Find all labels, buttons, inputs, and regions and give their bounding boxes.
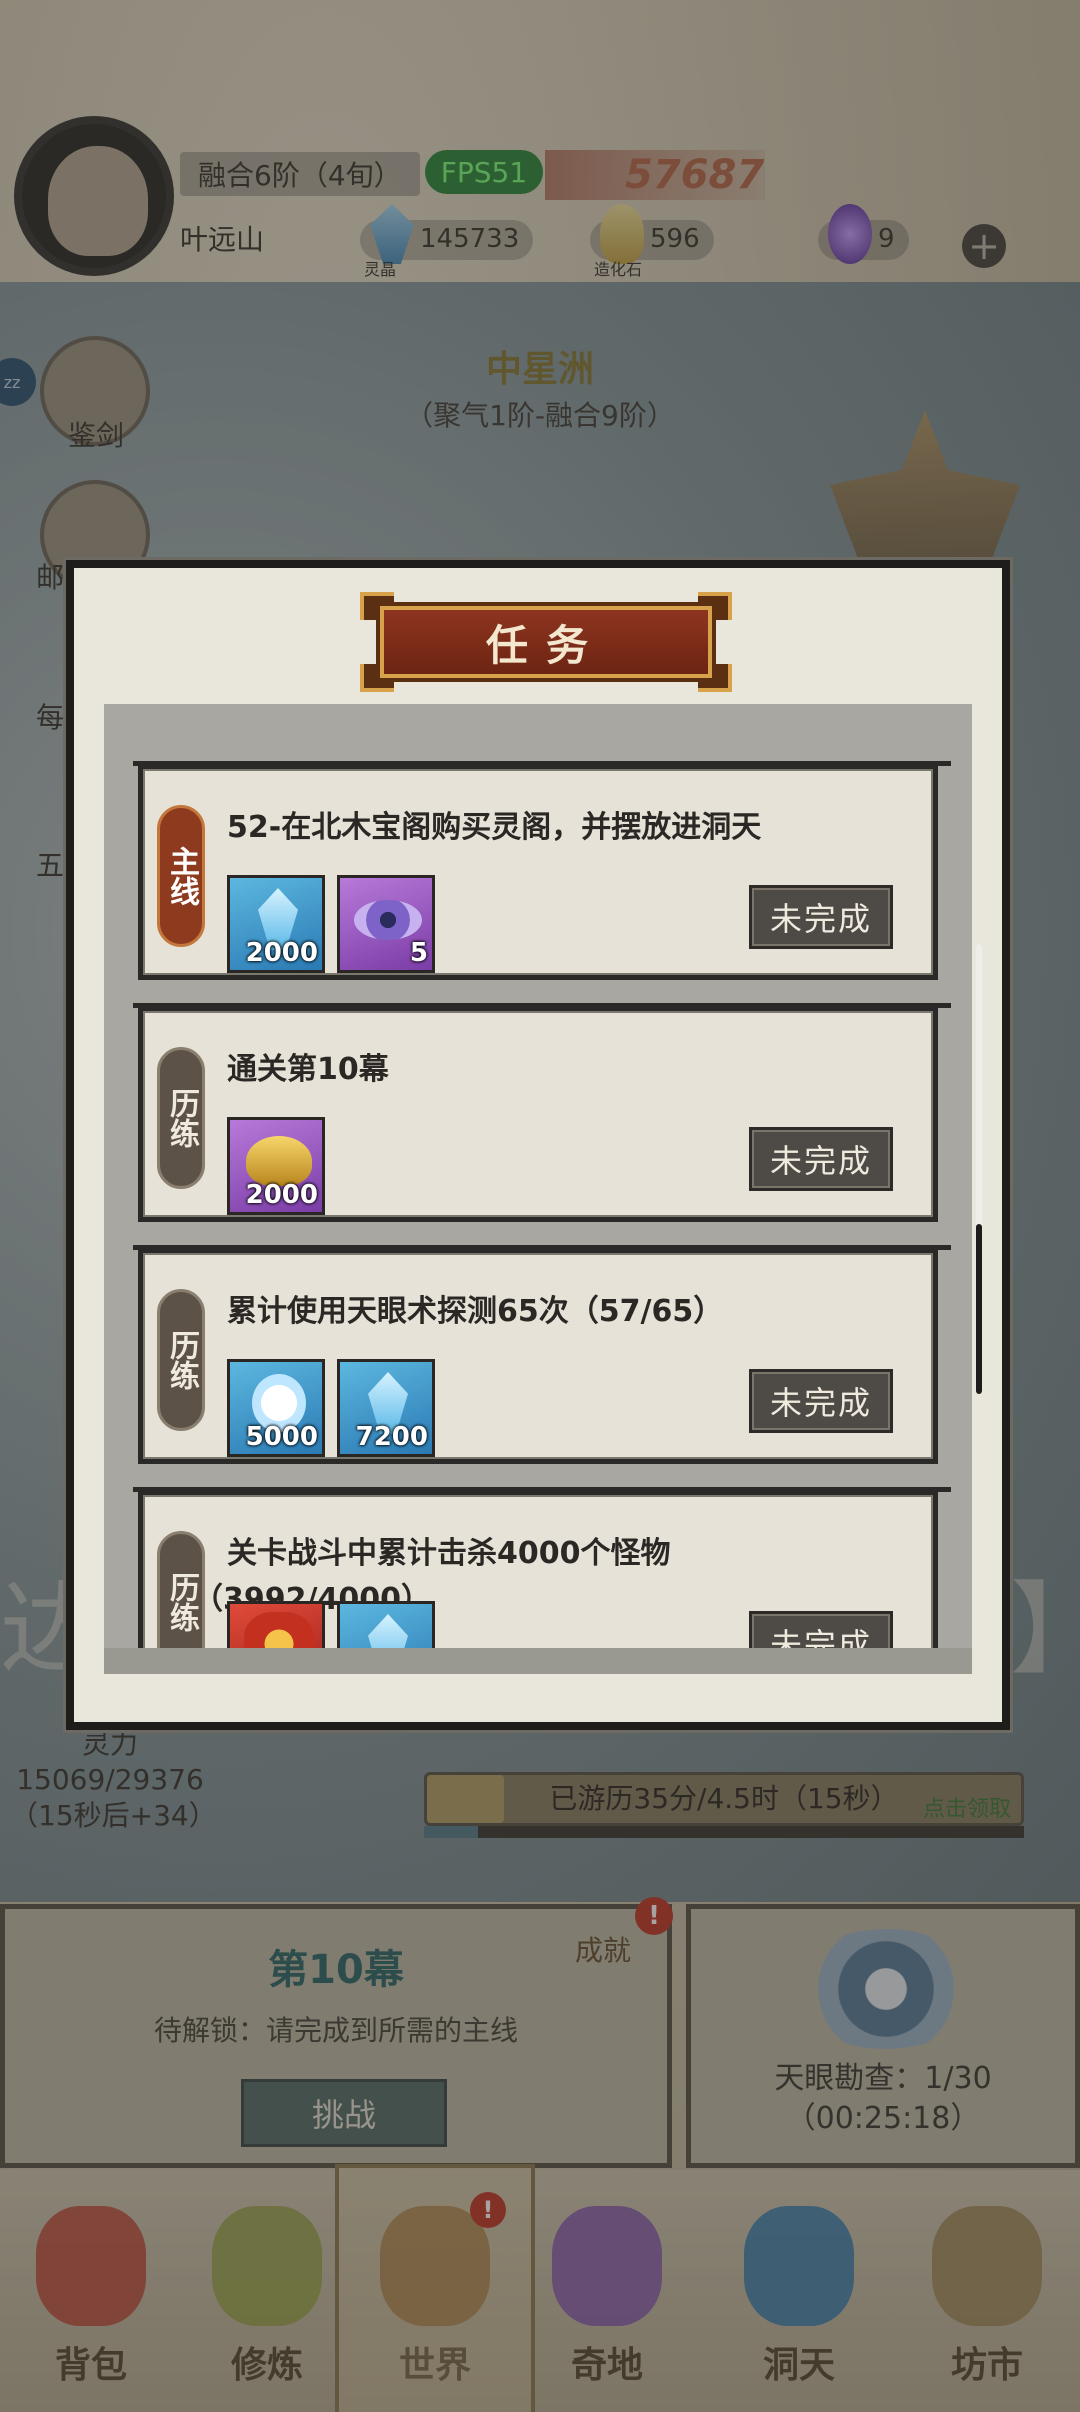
red-charm-icon: [244, 1612, 314, 1648]
incomplete-button[interactable]: 未完成: [749, 1127, 893, 1191]
task-description: 通关第10幕: [227, 1052, 389, 1087]
reward-item[interactable]: [337, 1601, 435, 1648]
reward-qty: 5: [409, 938, 428, 968]
task-tag-text: 历练: [164, 1088, 199, 1148]
golden-bowl-icon: [246, 1136, 312, 1186]
modal-title: 任务: [485, 620, 606, 670]
task-description: 累计使用天眼术探测65次（57/65）: [227, 1294, 724, 1329]
task-tag-main: 主线: [157, 805, 205, 947]
task-tag-training: 历练: [157, 1047, 205, 1189]
task-card: 历练 累计使用天眼术探测65次（57/65） 5000 7200 未完成: [133, 1245, 951, 1464]
incomplete-button[interactable]: 未完成: [749, 1611, 893, 1648]
reward-item[interactable]: 7200: [337, 1359, 435, 1457]
reward-qty: 5000: [245, 1422, 318, 1452]
modal-title-plate: 任务: [380, 606, 712, 678]
task-tag-training: 历练: [157, 1289, 205, 1431]
task-scrollbar[interactable]: [976, 944, 982, 1394]
crystal-icon: [368, 1614, 408, 1648]
reward-qty: 7200: [355, 1422, 428, 1452]
task-list[interactable]: 主线 52-在北木宝阁购买灵阁，并摆放进洞天 2000 5 未完成 历练 通关第…: [104, 704, 972, 1648]
task-list-footer: [104, 1648, 972, 1674]
reward-qty: 2000: [245, 938, 318, 968]
eye-icon: [354, 900, 422, 940]
task-scrollbar-thumb[interactable]: [976, 1224, 982, 1394]
reward-qty: 2000: [245, 1180, 318, 1210]
task-tag-text: 历练: [164, 1330, 199, 1390]
reward-item[interactable]: 5: [337, 875, 435, 973]
task-card: 主线 52-在北木宝阁购买灵阁，并摆放进洞天 2000 5 未完成: [133, 761, 951, 980]
reward-item[interactable]: 5000: [227, 1359, 325, 1457]
incomplete-button[interactable]: 未完成: [749, 1369, 893, 1433]
reward-item[interactable]: 2000: [227, 875, 325, 973]
task-card: 历练 通关第10幕 2000 未完成: [133, 1003, 951, 1222]
incomplete-button[interactable]: 未完成: [749, 885, 893, 949]
reward-item[interactable]: 2000: [227, 1117, 325, 1215]
task-card: 历练 关卡战斗中累计击杀4000个怪物（3992/4000） 未完成: [133, 1487, 951, 1648]
task-modal: 任务 主线 52-在北木宝阁购买灵阁，并摆放进洞天 2000 5 未完成 历练: [66, 560, 1010, 1730]
task-description: 52-在北木宝阁购买灵阁，并摆放进洞天: [227, 810, 762, 845]
reward-item[interactable]: [227, 1601, 325, 1648]
modal-header: 任务: [360, 592, 732, 692]
task-tag-text: 主线: [164, 846, 199, 906]
